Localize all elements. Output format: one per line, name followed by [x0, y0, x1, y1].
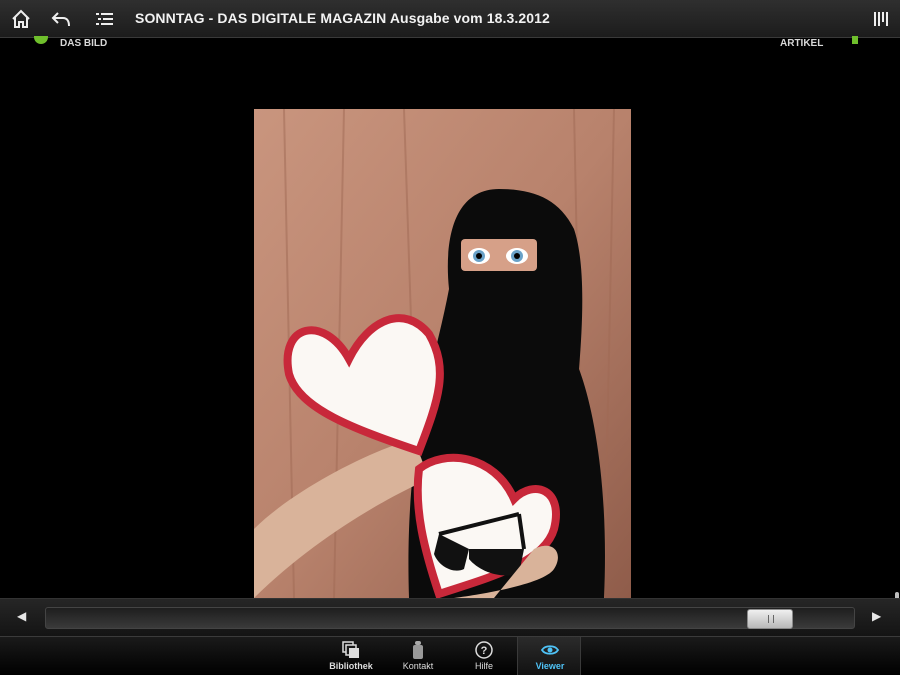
magazine-artwork — [254, 109, 631, 598]
app-title: SONNTAG - DAS DIGITALE MAGAZIN Ausgabe v… — [135, 10, 550, 26]
page-grid-icon[interactable] — [870, 8, 892, 30]
tab-label: Kontakt — [402, 661, 434, 671]
green-tab-indicator — [852, 36, 858, 44]
tab-bibliothek[interactable]: Bibliothek — [319, 637, 383, 675]
next-page-arrow-icon[interactable]: ▶ — [872, 609, 881, 623]
green-tab-indicator — [34, 36, 48, 44]
svg-text:?: ? — [481, 645, 488, 657]
artikel-label: ARTIKEL — [780, 38, 824, 49]
grip-icon — [768, 615, 774, 623]
das-bild-label: DAS BILD — [60, 38, 108, 49]
tab-label: Viewer — [535, 661, 565, 671]
home-icon[interactable] — [10, 8, 32, 30]
tab-viewer[interactable]: Viewer — [517, 637, 581, 675]
eye-icon — [541, 645, 559, 655]
bottom-tab-bar: Bibliothek Kontakt ? Hilfe Viewer — [0, 636, 900, 675]
contact-icon — [413, 641, 423, 659]
tab-label: Hilfe — [474, 661, 493, 671]
page-slider-track[interactable] — [45, 607, 855, 629]
article-subnav: DAS BILD ARTIKEL — [0, 36, 900, 52]
tab-kontakt[interactable]: Kontakt — [386, 637, 450, 675]
page-slider-thumb[interactable] — [747, 609, 793, 629]
top-toolbar: SONNTAG - DAS DIGITALE MAGAZIN Ausgabe v… — [0, 0, 900, 38]
tab-label: Bibliothek — [329, 661, 373, 671]
back-icon[interactable] — [50, 8, 72, 30]
help-icon: ? — [475, 641, 493, 659]
page-viewer[interactable] — [0, 52, 900, 648]
artikel-link[interactable]: ARTIKEL — [780, 36, 880, 52]
library-icon — [342, 641, 359, 658]
page-slider-bar: ◀ ▶ — [0, 598, 900, 636]
tab-hilfe[interactable]: ? Hilfe — [452, 637, 516, 675]
prev-page-arrow-icon[interactable]: ◀ — [17, 609, 26, 623]
toc-icon[interactable] — [94, 8, 116, 30]
